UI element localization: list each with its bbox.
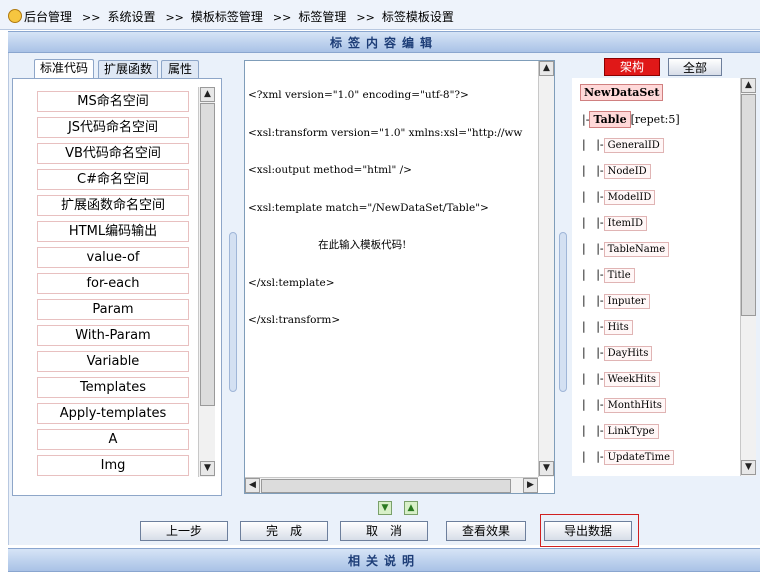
breadcrumb-separator: >> (165, 11, 184, 24)
snippet-ms-namespace[interactable]: MS命名空间 (37, 91, 189, 112)
scroll-right-icon[interactable]: ▶ (523, 478, 538, 493)
scroll-up-icon[interactable]: ▲ (539, 61, 554, 76)
tree-field-node[interactable]: NodeID (603, 164, 651, 179)
snippet-extension-namespace[interactable]: 扩展函数命名空间 (37, 195, 189, 216)
breadcrumb-item[interactable]: 后台管理 (24, 10, 72, 24)
left-list-scrollbar[interactable]: ▲ ▼ (198, 87, 215, 477)
code-line: <xsl:template match="/NewDataSet/Table"> (248, 201, 489, 214)
breadcrumb-separator: >> (272, 11, 292, 24)
breadcrumb: 后台管理 >> 系统设置 >> 模板标签管理 >> 标签管理 >> 标签模板设置 (0, 0, 760, 30)
snippet-param[interactable]: Param (37, 299, 189, 320)
tree-field-node[interactable]: ModelID (603, 190, 656, 205)
tree-field-node[interactable]: DayHits (603, 346, 653, 361)
preview-button[interactable]: 查看效果 (446, 521, 526, 541)
snippet-variable[interactable]: Variable (37, 351, 189, 372)
scroll-down-icon[interactable]: ▼ (539, 461, 554, 476)
snippet-img[interactable]: Img (37, 455, 189, 476)
right-splitter-handle[interactable] (559, 232, 567, 392)
snippet-csharp-namespace[interactable]: C#命名空间 (37, 169, 189, 190)
snippet-with-param[interactable]: With-Param (37, 325, 189, 346)
breadcrumb-separator: >> (356, 11, 375, 24)
show-all-button[interactable]: 全部 (668, 58, 722, 76)
scroll-up-icon[interactable]: ▲ (741, 78, 756, 93)
tree-scrollbar[interactable]: ▲ ▼ (740, 78, 756, 476)
scroll-up-icon[interactable]: ▲ (200, 87, 215, 102)
scroll-left-icon[interactable]: ◀ (245, 478, 260, 493)
code-snippet-list: MS命名空间 JS代码命名空间 VB代码命名空间 C#命名空间 扩展函数命名空间… (12, 78, 222, 496)
snippet-templates[interactable]: Templates (37, 377, 189, 398)
code-line: <?xml version="1.0" encoding="utf-8"?> (248, 89, 469, 101)
tree-field-node[interactable]: UpdateTime (603, 450, 675, 465)
editor-vertical-scrollbar[interactable]: ▲ ▼ (538, 61, 554, 477)
tree-field-node[interactable]: Hits (603, 320, 633, 335)
tree-field-node[interactable]: Inputer (603, 294, 650, 309)
tree-field-node[interactable]: ItemID (603, 216, 647, 231)
tree-root-node[interactable]: NewDataSet (580, 84, 664, 101)
repeat-count: [repet:5] (630, 113, 680, 126)
previous-step-button[interactable]: 上一步 (140, 521, 228, 541)
breadcrumb-separator: >> (82, 11, 101, 24)
snippet-vb-namespace[interactable]: VB代码命名空间 (37, 143, 189, 164)
snippet-apply-templates[interactable]: Apply-templates (37, 403, 189, 424)
code-line: <xsl:transform version="1.0" xmlns:xsl="… (248, 126, 523, 139)
data-structure-tree: NewDataSet |- Table [repet:5] | |- GeneralI… (572, 78, 756, 476)
scroll-thumb[interactable] (261, 479, 511, 493)
move-up-icon[interactable]: ▲ (404, 501, 418, 515)
scroll-thumb[interactable] (200, 103, 215, 406)
tree-field-node[interactable]: GeneralID (603, 138, 664, 153)
tab-standard-code[interactable]: 标准代码 (34, 59, 94, 79)
snippet-value-of[interactable]: value-of (37, 247, 189, 268)
section-title: 标签内容编辑 (8, 31, 760, 53)
snippet-for-each[interactable]: for-each (37, 273, 189, 294)
code-line: </xsl:template> (248, 276, 335, 289)
footer-title: 相关说明 (8, 548, 760, 572)
code-line: </xsl:transform> (248, 314, 341, 326)
template-code-editor[interactable]: <?xml version="1.0" encoding="utf-8"?> <… (244, 60, 555, 494)
highlight-frame (540, 514, 639, 547)
move-down-icon[interactable]: ▼ (378, 501, 392, 515)
tab-attributes[interactable]: 属性 (161, 60, 199, 78)
scroll-thumb[interactable] (741, 94, 756, 316)
snippet-a[interactable]: A (37, 429, 189, 450)
home-icon[interactable] (8, 9, 22, 23)
tree-field-node[interactable]: MonthHits (603, 398, 666, 413)
framework-button[interactable]: 架构 (604, 58, 660, 76)
tree-field-node[interactable]: Title (603, 268, 635, 283)
tree-table-node[interactable]: Table (589, 111, 631, 128)
tree-field-node[interactable]: LinkType (603, 424, 659, 439)
code-line: 在此输入模板代码! (248, 239, 407, 251)
breadcrumb-item: 标签模板设置 (381, 10, 454, 24)
cancel-button[interactable]: 取 消 (340, 521, 428, 541)
breadcrumb-item[interactable]: 模板标签管理 (191, 10, 263, 24)
scroll-down-icon[interactable]: ▼ (200, 461, 215, 476)
snippet-html-encode[interactable]: HTML编码输出 (37, 221, 189, 242)
editor-horizontal-scrollbar[interactable]: ◀ ▶ (245, 477, 538, 493)
code-line: <xsl:output method="html" /> (248, 164, 412, 176)
tree-field-node[interactable]: TableName (603, 242, 670, 257)
breadcrumb-item[interactable]: 系统设置 (107, 10, 155, 24)
finish-button[interactable]: 完 成 (240, 521, 328, 541)
tree-field-node[interactable]: WeekHits (603, 372, 661, 387)
scroll-down-icon[interactable]: ▼ (741, 460, 756, 475)
breadcrumb-item[interactable]: 标签管理 (298, 10, 346, 24)
snippet-js-namespace[interactable]: JS代码命名空间 (37, 117, 189, 138)
tab-extension-functions[interactable]: 扩展函数 (98, 60, 158, 78)
left-splitter-handle[interactable] (229, 232, 237, 392)
